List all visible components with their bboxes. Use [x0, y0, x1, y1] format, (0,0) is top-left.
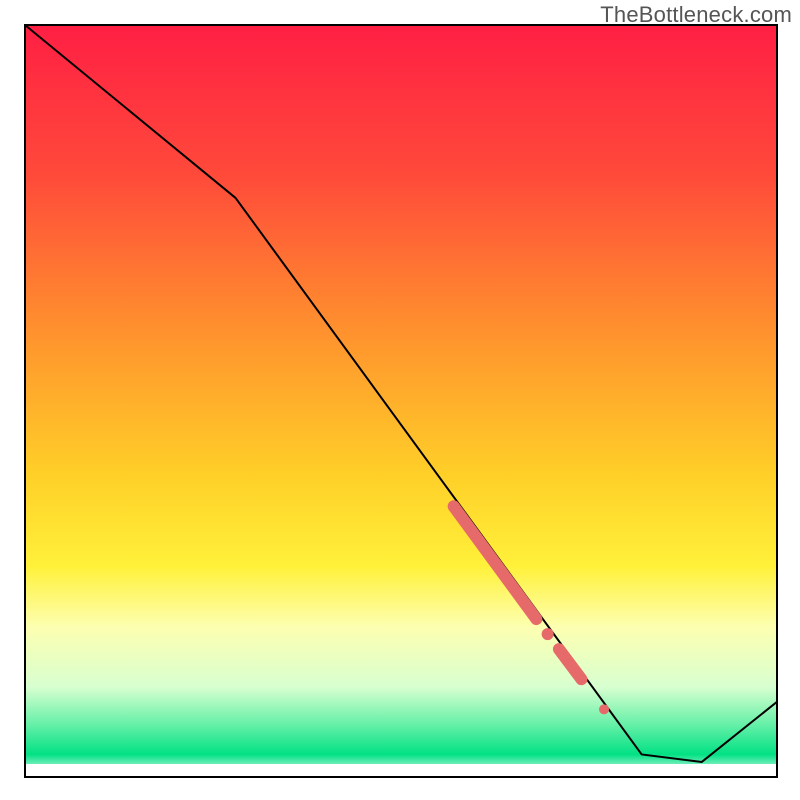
watermark-label: TheBottleneck.com: [600, 2, 792, 28]
chart-background: [25, 25, 777, 777]
chart-baseline-strip: [25, 764, 777, 777]
highlight-dot-1: [542, 628, 554, 640]
chart-stage: TheBottleneck.com: [0, 0, 800, 800]
chart-svg: [0, 0, 800, 800]
highlight-dot-2: [599, 704, 609, 714]
